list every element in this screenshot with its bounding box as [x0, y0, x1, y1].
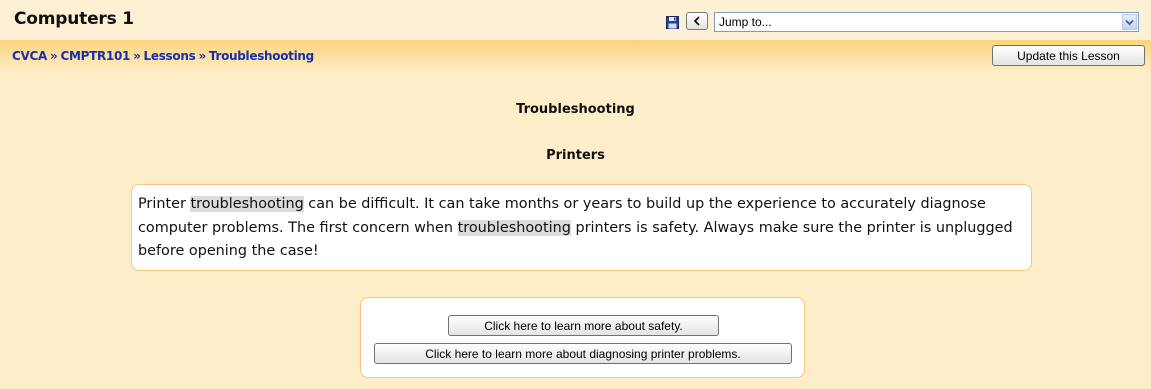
breadcrumb-separator: » [198, 49, 206, 63]
page-header: Computers 1 Jump to... [0, 0, 1151, 40]
navigation-bar: CVCA» CMPTR101» Lessons» Troubleshooting [0, 40, 1151, 70]
jump-to-select-value: Jump to... [719, 15, 772, 29]
search-highlight: troubleshooting [457, 219, 571, 236]
learn-safety-button[interactable]: Click here to learn more about safety. [448, 315, 719, 336]
content-text: Printer [138, 196, 191, 212]
lesson-title: Troubleshooting [516, 102, 635, 117]
dropdown-arrow-button[interactable] [1122, 14, 1137, 30]
previous-page-button[interactable] [686, 12, 708, 30]
breadcrumb-link-troubleshooting[interactable]: Troubleshooting [209, 49, 314, 63]
save-icon[interactable] [666, 16, 679, 29]
breadcrumb-separator: » [50, 49, 58, 63]
page-title: Printers [546, 148, 605, 163]
breadcrumb-link-lessons[interactable]: Lessons [144, 49, 196, 63]
lesson-choices-box: Click here to learn more about safety. C… [360, 297, 805, 378]
lesson-content-box: Printer troubleshooting can be difficult… [131, 184, 1032, 271]
chevron-down-icon [1125, 19, 1134, 25]
jump-to-select[interactable]: Jump to... [714, 12, 1139, 32]
search-highlight: troubleshooting [190, 196, 304, 212]
breadcrumb-link-cmptr101[interactable]: CMPTR101 [60, 49, 130, 63]
chevron-left-icon [693, 16, 700, 26]
breadcrumb: CVCA» CMPTR101» Lessons» Troubleshooting [12, 49, 314, 63]
breadcrumb-link-cvca[interactable]: CVCA [12, 49, 47, 63]
update-lesson-button[interactable]: Update this Lesson [992, 45, 1145, 66]
course-title: Computers 1 [14, 9, 134, 29]
learn-diagnosing-button[interactable]: Click here to learn more about diagnosin… [374, 343, 792, 364]
breadcrumb-separator: » [133, 49, 141, 63]
